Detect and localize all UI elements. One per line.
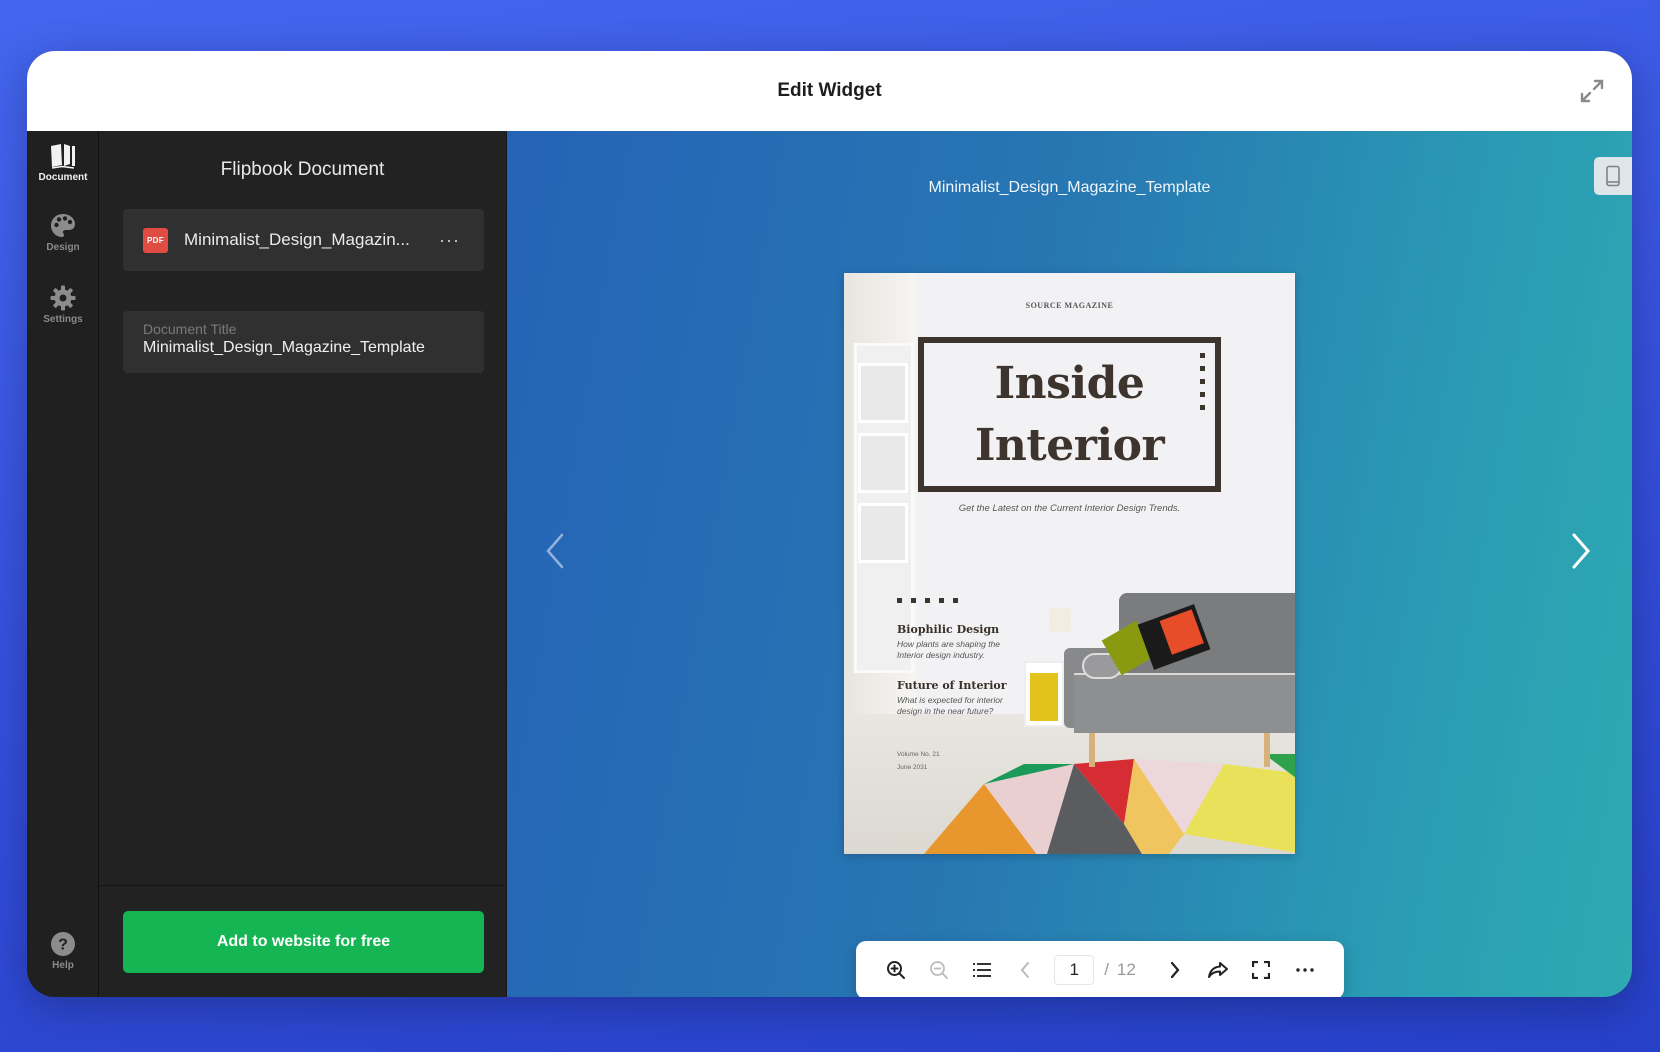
rail-label: Settings xyxy=(43,314,83,325)
window-title: Edit Widget xyxy=(777,80,882,101)
document-panel: Flipbook Document PDF Minimalist_Design_… xyxy=(99,131,507,997)
panel-title: Flipbook Document xyxy=(220,159,385,180)
more-horizontal-icon xyxy=(1295,968,1314,972)
cover-magazine-name: SOURCE MAGAZINE xyxy=(1025,301,1114,310)
cover-photo-lamp xyxy=(1049,608,1071,632)
zoom-in-icon xyxy=(886,961,905,979)
mobile-phone-icon xyxy=(1606,165,1620,187)
cover-article1-heading: Biophilic Design xyxy=(897,623,1000,636)
file-more-button[interactable]: ··· xyxy=(435,230,464,251)
zoom-out-icon xyxy=(929,961,948,979)
cover-photo-pane xyxy=(858,433,908,493)
rail-item-help[interactable]: ? Help xyxy=(27,931,99,971)
document-title-label: Document Title xyxy=(143,321,237,337)
expand-button[interactable] xyxy=(1576,75,1608,107)
svg-text:?: ? xyxy=(58,937,68,954)
document-title: Minimalist_Design_Magazine_Template xyxy=(928,179,1211,196)
document-title-input[interactable]: Minimalist_Design_Magazine_Template xyxy=(143,339,464,357)
cover-photo-sofa-leg xyxy=(1264,733,1270,767)
rail-item-document[interactable]: Document xyxy=(27,143,99,183)
cover-photo-side-table xyxy=(1024,661,1064,727)
book-open-icon xyxy=(51,144,75,169)
page-number-input[interactable] xyxy=(1054,955,1095,985)
cover-article2-heading: Future of Interior xyxy=(897,679,1007,692)
toolbar-next-button[interactable] xyxy=(1154,948,1197,992)
fullscreen-icon xyxy=(1252,961,1271,979)
mobile-preview-button[interactable] xyxy=(1594,157,1632,195)
magazine-cover-page[interactable]: SOURCE MAGAZINE Inside Interior Get the … xyxy=(844,273,1295,854)
chevron-left-icon xyxy=(546,533,564,569)
cover-article1-text: How plants are shaping the Interior desi… xyxy=(897,639,1001,660)
gear-icon xyxy=(50,285,76,311)
rail-label: Design xyxy=(46,242,80,253)
chevron-left-icon xyxy=(1020,962,1029,978)
rail-item-design[interactable]: Design xyxy=(27,213,99,253)
more-options-button[interactable] xyxy=(1283,948,1326,992)
palette-icon xyxy=(51,214,75,237)
document-title-field[interactable]: Document Title Minimalist_Design_Magazin… xyxy=(123,311,484,373)
left-rail: Document Design Settings ? Help xyxy=(27,131,99,997)
cover-decorative-dots xyxy=(1200,353,1205,410)
cover-decorative-dots xyxy=(897,598,958,603)
next-page-arrow[interactable] xyxy=(1566,531,1596,571)
file-card[interactable]: PDF Minimalist_Design_Magazin... ··· xyxy=(123,209,484,271)
page-separator: / xyxy=(1104,960,1109,979)
cover-volume: Volume No. 21 xyxy=(897,751,940,758)
total-pages: 12 xyxy=(1116,960,1136,979)
cover-article2-text: What is expected for interior design in … xyxy=(897,695,1003,716)
cover-photo-rug xyxy=(924,754,1295,854)
chevron-right-icon xyxy=(1171,961,1180,979)
edit-widget-window: Edit Widget Document Design Settings ? H… xyxy=(27,51,1632,997)
panel-footer: Add to website for free xyxy=(99,885,506,997)
chevron-right-icon xyxy=(1572,533,1590,569)
zoom-in-button[interactable] xyxy=(874,948,917,992)
cover-photo-sofa-seat xyxy=(1074,673,1295,733)
help-icon: ? xyxy=(51,932,75,956)
cover-photo-sofa-leg xyxy=(1089,733,1095,767)
flipbook-preview: Minimalist_Design_Magazine_Template SOUR… xyxy=(507,131,1632,997)
cover-title-line2: Interior xyxy=(974,419,1165,471)
share-icon xyxy=(1208,962,1229,978)
viewer-toolbar: / 12 xyxy=(856,941,1344,997)
rail-label: Help xyxy=(52,960,74,971)
share-button[interactable] xyxy=(1197,948,1240,992)
cover-tagline: Get the Latest on the Current Interior D… xyxy=(958,503,1181,514)
expand-icon xyxy=(1580,79,1604,103)
window-header: Edit Widget xyxy=(27,51,1632,131)
list-icon xyxy=(972,963,991,977)
pdf-file-icon: PDF xyxy=(143,227,168,253)
toolbar-previous-button[interactable] xyxy=(1003,948,1046,992)
add-to-website-button[interactable]: Add to website for free xyxy=(123,911,484,973)
cover-photo-pane xyxy=(858,363,908,423)
previous-page-arrow[interactable] xyxy=(540,531,570,571)
cover-date: June 2031 xyxy=(897,764,928,771)
cover-title-box: Inside Interior xyxy=(918,337,1221,492)
fullscreen-button[interactable] xyxy=(1240,948,1283,992)
rail-item-settings[interactable]: Settings xyxy=(27,285,99,325)
cover-title-line1: Inside xyxy=(994,357,1145,409)
zoom-out-button[interactable] xyxy=(917,948,960,992)
file-name: Minimalist_Design_Magazin... xyxy=(184,230,410,249)
rail-label: Document xyxy=(38,172,88,183)
table-of-contents-button[interactable] xyxy=(960,948,1003,992)
